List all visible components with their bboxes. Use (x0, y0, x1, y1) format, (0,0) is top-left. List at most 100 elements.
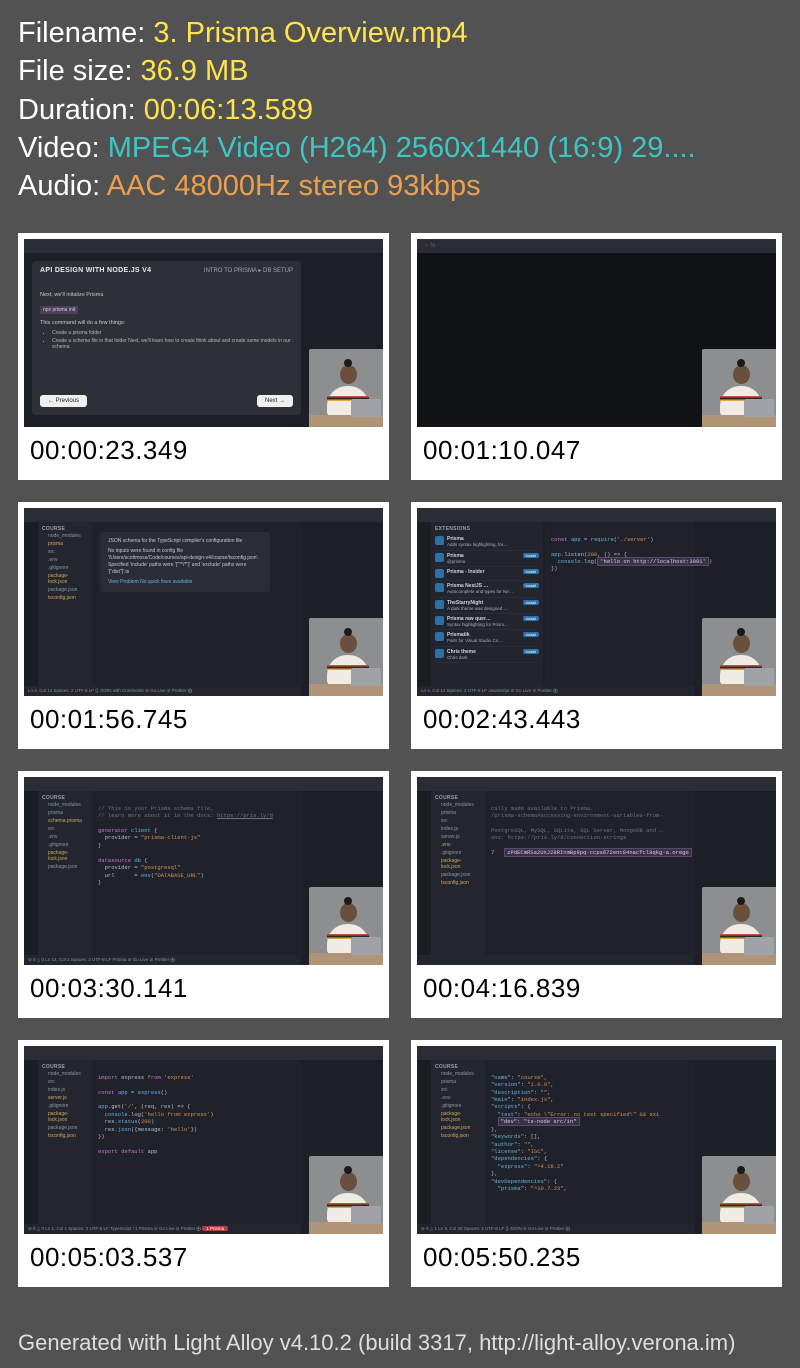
install-button[interactable]: Install (523, 600, 539, 605)
extension-item[interactable]: PrismaAdds syntax highlighting, for… (435, 534, 539, 550)
install-button[interactable]: Install (523, 583, 539, 588)
timestamp: 00:03:30.141 (24, 965, 383, 1012)
thumbnail-8[interactable]: COURSE node_modules prisma src .env .git… (411, 1040, 782, 1287)
timestamp: 00:05:50.235 (417, 1234, 776, 1281)
filename-value: 3. Prisma Overview.mp4 (153, 17, 467, 49)
tree-item[interactable]: tsconfig.json (42, 1132, 88, 1140)
tree-item[interactable]: package-lock.json (42, 1110, 88, 1124)
extension-text: Prisma - Insider (447, 569, 485, 575)
extension-item[interactable]: Prisma raw quer…Syntax highlighting for … (435, 614, 539, 630)
tree-item[interactable]: package.json (42, 863, 88, 871)
filename-label: Filename: (18, 17, 153, 49)
tree-item[interactable]: src (435, 817, 481, 825)
extension-icon (435, 553, 444, 562)
tree-item[interactable]: tsconfig.json (42, 594, 88, 602)
tree-item[interactable]: src (42, 548, 88, 556)
thumbnail-4[interactable]: EXTENSIONS PrismaAdds syntax highlightin… (411, 502, 782, 749)
editor-pane: cally made available to Prisma. /prisma-… (485, 791, 694, 965)
tree-item[interactable]: .gitignore (435, 1102, 481, 1110)
slide-lead: This command will do a few things: (40, 320, 293, 326)
tree-item[interactable]: index.js (42, 1086, 88, 1094)
extension-item[interactable]: Prisma - Insider Install (435, 567, 539, 581)
tree-item[interactable]: .env (42, 556, 88, 564)
tooltip-body: No inputs were found in config file '/Us… (108, 548, 262, 576)
tree-item[interactable]: package.json (435, 871, 481, 879)
tree-item[interactable]: .gitignore (42, 1102, 88, 1110)
install-button[interactable]: Install (523, 632, 539, 637)
tree-item[interactable]: node_modules (42, 801, 88, 809)
next-button[interactable]: Next → (257, 395, 293, 407)
tree-item[interactable]: package-lock.json (42, 572, 88, 586)
timestamp: 00:04:16.839 (417, 965, 776, 1012)
thumbnail-7[interactable]: COURSE node_modules src index.js server.… (18, 1040, 389, 1287)
status-bar: Ln 4, Col 14 Spaces: 2 UTF-8 LF JavaScri… (417, 686, 694, 696)
tree-item[interactable]: node_modules (42, 532, 88, 540)
thumbnail-6[interactable]: COURSE node_modules prisma src index.js … (411, 771, 782, 1018)
thumbnail-3[interactable]: COURSE node_modules prisma src .env .git… (18, 502, 389, 749)
tree-item[interactable]: package.json (435, 1124, 481, 1132)
install-button[interactable]: Install (523, 616, 539, 621)
tree-item[interactable]: .gitignore (42, 564, 88, 572)
tree-item[interactable]: node_modules (435, 801, 481, 809)
extension-text: PrismaAdds syntax highlighting, for… (447, 536, 508, 547)
install-button[interactable]: Install (523, 569, 539, 574)
tree-item[interactable]: prisma (42, 809, 88, 817)
tree-item[interactable]: .gitignore (42, 841, 88, 849)
tree-item[interactable]: src (435, 1086, 481, 1094)
tree-item[interactable]: package.json (42, 1124, 88, 1132)
tree-item[interactable]: tsconfig.json (435, 879, 481, 887)
tree-item[interactable]: schema.prisma (42, 817, 88, 825)
install-button[interactable]: Install (523, 553, 539, 558)
tree-item[interactable]: src (42, 825, 88, 833)
tree-item[interactable]: index.js (435, 825, 481, 833)
tree-item[interactable]: node_modules (42, 1070, 88, 1078)
tree-item[interactable]: .env (435, 1094, 481, 1102)
tree-item[interactable]: node_modules (435, 1070, 481, 1078)
extension-icon (435, 569, 444, 578)
thumbnail-5[interactable]: COURSE node_modules prisma schema.prisma… (18, 771, 389, 1018)
status-bar (417, 955, 694, 965)
tree-item[interactable]: package-lock.json (435, 1110, 481, 1124)
tree-item[interactable]: .gitignore (435, 849, 481, 857)
tree-item[interactable]: prisma (435, 1078, 481, 1086)
extension-icon (435, 616, 444, 625)
extension-text: PrismatikPairs for Visual Studio Co… (447, 632, 503, 643)
tree-item[interactable]: prisma (42, 540, 88, 548)
extension-item[interactable]: PrismatikPairs for Visual Studio Co… Inst… (435, 630, 539, 646)
presenter-pip (309, 1156, 383, 1234)
tree-item[interactable]: package.json (42, 586, 88, 594)
extension-item[interactable]: Chris themeChris dark Install (435, 647, 539, 663)
video-label: Video: (18, 132, 108, 164)
status-bar: ⊘ 0 △ 0 Ln 1, Col 1 Spaces: 2 UTF-8 LF T… (24, 1224, 301, 1234)
list-item: Create a schema file in that folder Next… (52, 338, 293, 350)
presenter-pip (309, 618, 383, 696)
tooltip-link[interactable]: View Problem No quick fixes available (108, 579, 262, 586)
tree-item[interactable]: server.js (42, 1094, 88, 1102)
tree-item[interactable]: prisma (435, 809, 481, 817)
tree-item[interactable]: tsconfig.json (435, 1132, 481, 1140)
extension-item[interactable]: TheStarryNightA dark theme was designed … (435, 598, 539, 614)
timestamp: 00:05:03.537 (24, 1234, 383, 1281)
duration-value: 00:06:13.589 (144, 94, 313, 126)
tree-item[interactable]: .env (435, 841, 481, 849)
extension-text: Chris themeChris dark (447, 649, 476, 660)
tree-item[interactable]: package-lock.json (435, 857, 481, 871)
extension-item[interactable]: Prisma@prisma Install (435, 551, 539, 567)
previous-button[interactable]: ← Previous (40, 395, 87, 407)
extension-text: Prisma@prisma (447, 553, 465, 564)
thumbnail-1[interactable]: API DESIGN WITH NODE.JS V4 INTRO TO PRIS… (18, 233, 389, 480)
code-command: npx prisma init (40, 306, 78, 314)
extension-item[interactable]: Prisma NestJS …Autocomplete and types fo… (435, 581, 539, 597)
tree-item[interactable]: package-lock.json (42, 849, 88, 863)
filesize-label: File size: (18, 55, 140, 87)
tree-item[interactable]: .env (42, 833, 88, 841)
tree-item[interactable]: src (42, 1078, 88, 1086)
breadcrumb: INTRO TO PRISMA ▸ DB SETUP (204, 267, 293, 274)
video-value: MPEG4 Video (H264) 2560x1440 (16:9) 29..… (108, 132, 696, 164)
install-button[interactable]: Install (523, 649, 539, 654)
error-tooltip: JSON schema for the TypeScript compiler'… (100, 532, 270, 592)
tree-item[interactable]: server.js (435, 833, 481, 841)
thumbnail-2[interactable]: ~ % 00:01:10.047 (411, 233, 782, 480)
presenter-pip (702, 887, 776, 965)
thumb-screen: ~ % (417, 239, 776, 427)
